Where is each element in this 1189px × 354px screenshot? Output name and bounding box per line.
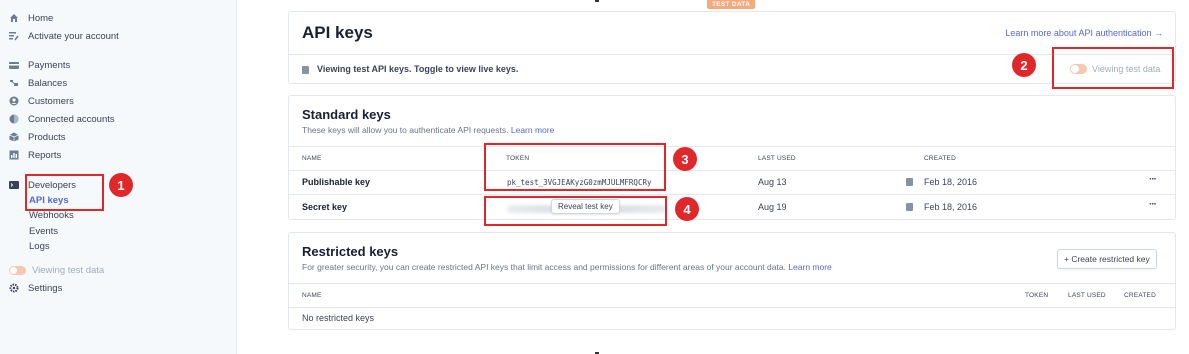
annotation-box-developers: [25, 174, 104, 211]
create-restricted-key-button[interactable]: + Create restricted key: [1057, 249, 1157, 269]
sidebar-item-label: Settings: [28, 282, 63, 294]
empty-state-text: No restricted keys: [302, 313, 375, 323]
sidebar-item-settings[interactable]: Settings: [9, 280, 62, 296]
divider: [289, 283, 1175, 284]
created-date: Feb 18, 2016: [924, 177, 978, 187]
more-options-icon[interactable]: ···: [1149, 199, 1157, 210]
toggle-switch[interactable]: [9, 265, 26, 275]
calendar-icon: [906, 203, 913, 211]
api-keys-card: API keys Learn more about API authentica…: [288, 11, 1176, 84]
sidebar-item-label: Activate your account: [28, 30, 119, 42]
calendar-icon: [906, 178, 913, 186]
info-icon: [302, 66, 309, 74]
section-description: For greater security, you can create res…: [302, 262, 832, 272]
divider: [289, 307, 1175, 308]
column-header-token: TOKEN: [1025, 292, 1049, 299]
divider: [289, 194, 1175, 195]
more-options-icon[interactable]: ···: [1149, 174, 1157, 185]
annotation-marker-4: 4: [675, 197, 699, 221]
key-name: Secret key: [302, 202, 348, 212]
toggle-label: Viewing test data: [32, 264, 105, 276]
sidebar-item-label: Products: [28, 131, 66, 143]
annotation-box-token: [484, 143, 666, 191]
section-description: These keys will allow you to authenticat…: [302, 125, 555, 135]
activate-icon: [9, 31, 19, 41]
terminal-icon: [9, 180, 19, 190]
created-date: Feb 18, 2016: [924, 202, 978, 212]
sidebar-item-logs[interactable]: Logs: [29, 240, 50, 254]
restricted-keys-card: Restricted keys For greater security, yo…: [288, 232, 1176, 330]
column-header-last-used: LAST USED: [758, 155, 796, 162]
last-used: Aug 19: [758, 202, 787, 212]
column-header-last-used: LAST USED: [1068, 292, 1106, 299]
test-data-toggle[interactable]: Viewing test data: [9, 262, 104, 278]
section-title: Standard keys: [302, 107, 391, 122]
last-used: Aug 13: [758, 177, 787, 187]
reports-icon: [9, 150, 19, 160]
edge-marker: [595, 0, 599, 2]
home-icon: [9, 13, 19, 23]
sidebar-item-balances[interactable]: Balances: [9, 75, 67, 91]
learn-more-link[interactable]: Learn more: [511, 125, 554, 135]
learn-more-auth-link[interactable]: Learn more about API authentication →: [1005, 28, 1163, 38]
customers-icon: [9, 96, 19, 106]
learn-more-link[interactable]: Learn more: [788, 262, 831, 272]
sidebar-item-webhooks[interactable]: Webhooks: [29, 209, 74, 223]
column-header-name: NAME: [302, 155, 322, 162]
divider: [289, 54, 1175, 55]
sidebar-item-label: Home: [28, 12, 54, 24]
sidebar-item-customers[interactable]: Customers: [9, 93, 74, 109]
annotation-box-toggle: [1052, 47, 1174, 89]
gear-icon: [9, 283, 19, 293]
column-header-created: CREATED: [1124, 292, 1156, 299]
sidebar-item-connected-accounts[interactable]: Connected accounts: [9, 111, 115, 127]
key-name: Publishable key: [302, 177, 371, 187]
standard-keys-card: Standard keys These keys will allow you …: [288, 95, 1176, 220]
sidebar-item-label: Balances: [28, 77, 68, 89]
balances-icon: [9, 78, 19, 88]
sidebar-item-label: Reports: [28, 149, 62, 161]
divider: [289, 146, 1175, 147]
sidebar-item-events[interactable]: Events: [29, 225, 58, 239]
sidebar-item-label: Payments: [28, 59, 71, 71]
main-content: TEST DATA API keys Learn more about API …: [237, 0, 1189, 354]
payments-icon: [9, 60, 19, 70]
sidebar-item-label: Customers: [28, 95, 74, 107]
sidebar-item-products[interactable]: Products: [9, 129, 66, 145]
sidebar-item-home[interactable]: Home: [9, 10, 53, 26]
annotation-marker-2: 2: [1012, 53, 1036, 77]
test-data-badge: TEST DATA: [707, 0, 756, 9]
sidebar-item-label: Connected accounts: [28, 113, 115, 125]
test-keys-banner: Viewing test API keys. Toggle to view li…: [317, 64, 519, 74]
connected-accounts-icon: [9, 114, 19, 124]
sidebar-item-activate[interactable]: Activate your account: [9, 28, 119, 44]
annotation-box-reveal: [484, 196, 667, 226]
sidebar-item-payments[interactable]: Payments: [9, 57, 70, 73]
column-header-created: CREATED: [924, 155, 956, 162]
products-icon: [9, 132, 19, 142]
annotation-marker-3: 3: [673, 147, 697, 171]
annotation-marker-1: 1: [109, 173, 133, 197]
column-header-name: NAME: [302, 292, 322, 299]
section-title: Restricted keys: [302, 244, 399, 259]
sidebar-item-reports[interactable]: Reports: [9, 147, 61, 163]
divider: [289, 170, 1175, 171]
page-title: API keys: [302, 23, 373, 42]
